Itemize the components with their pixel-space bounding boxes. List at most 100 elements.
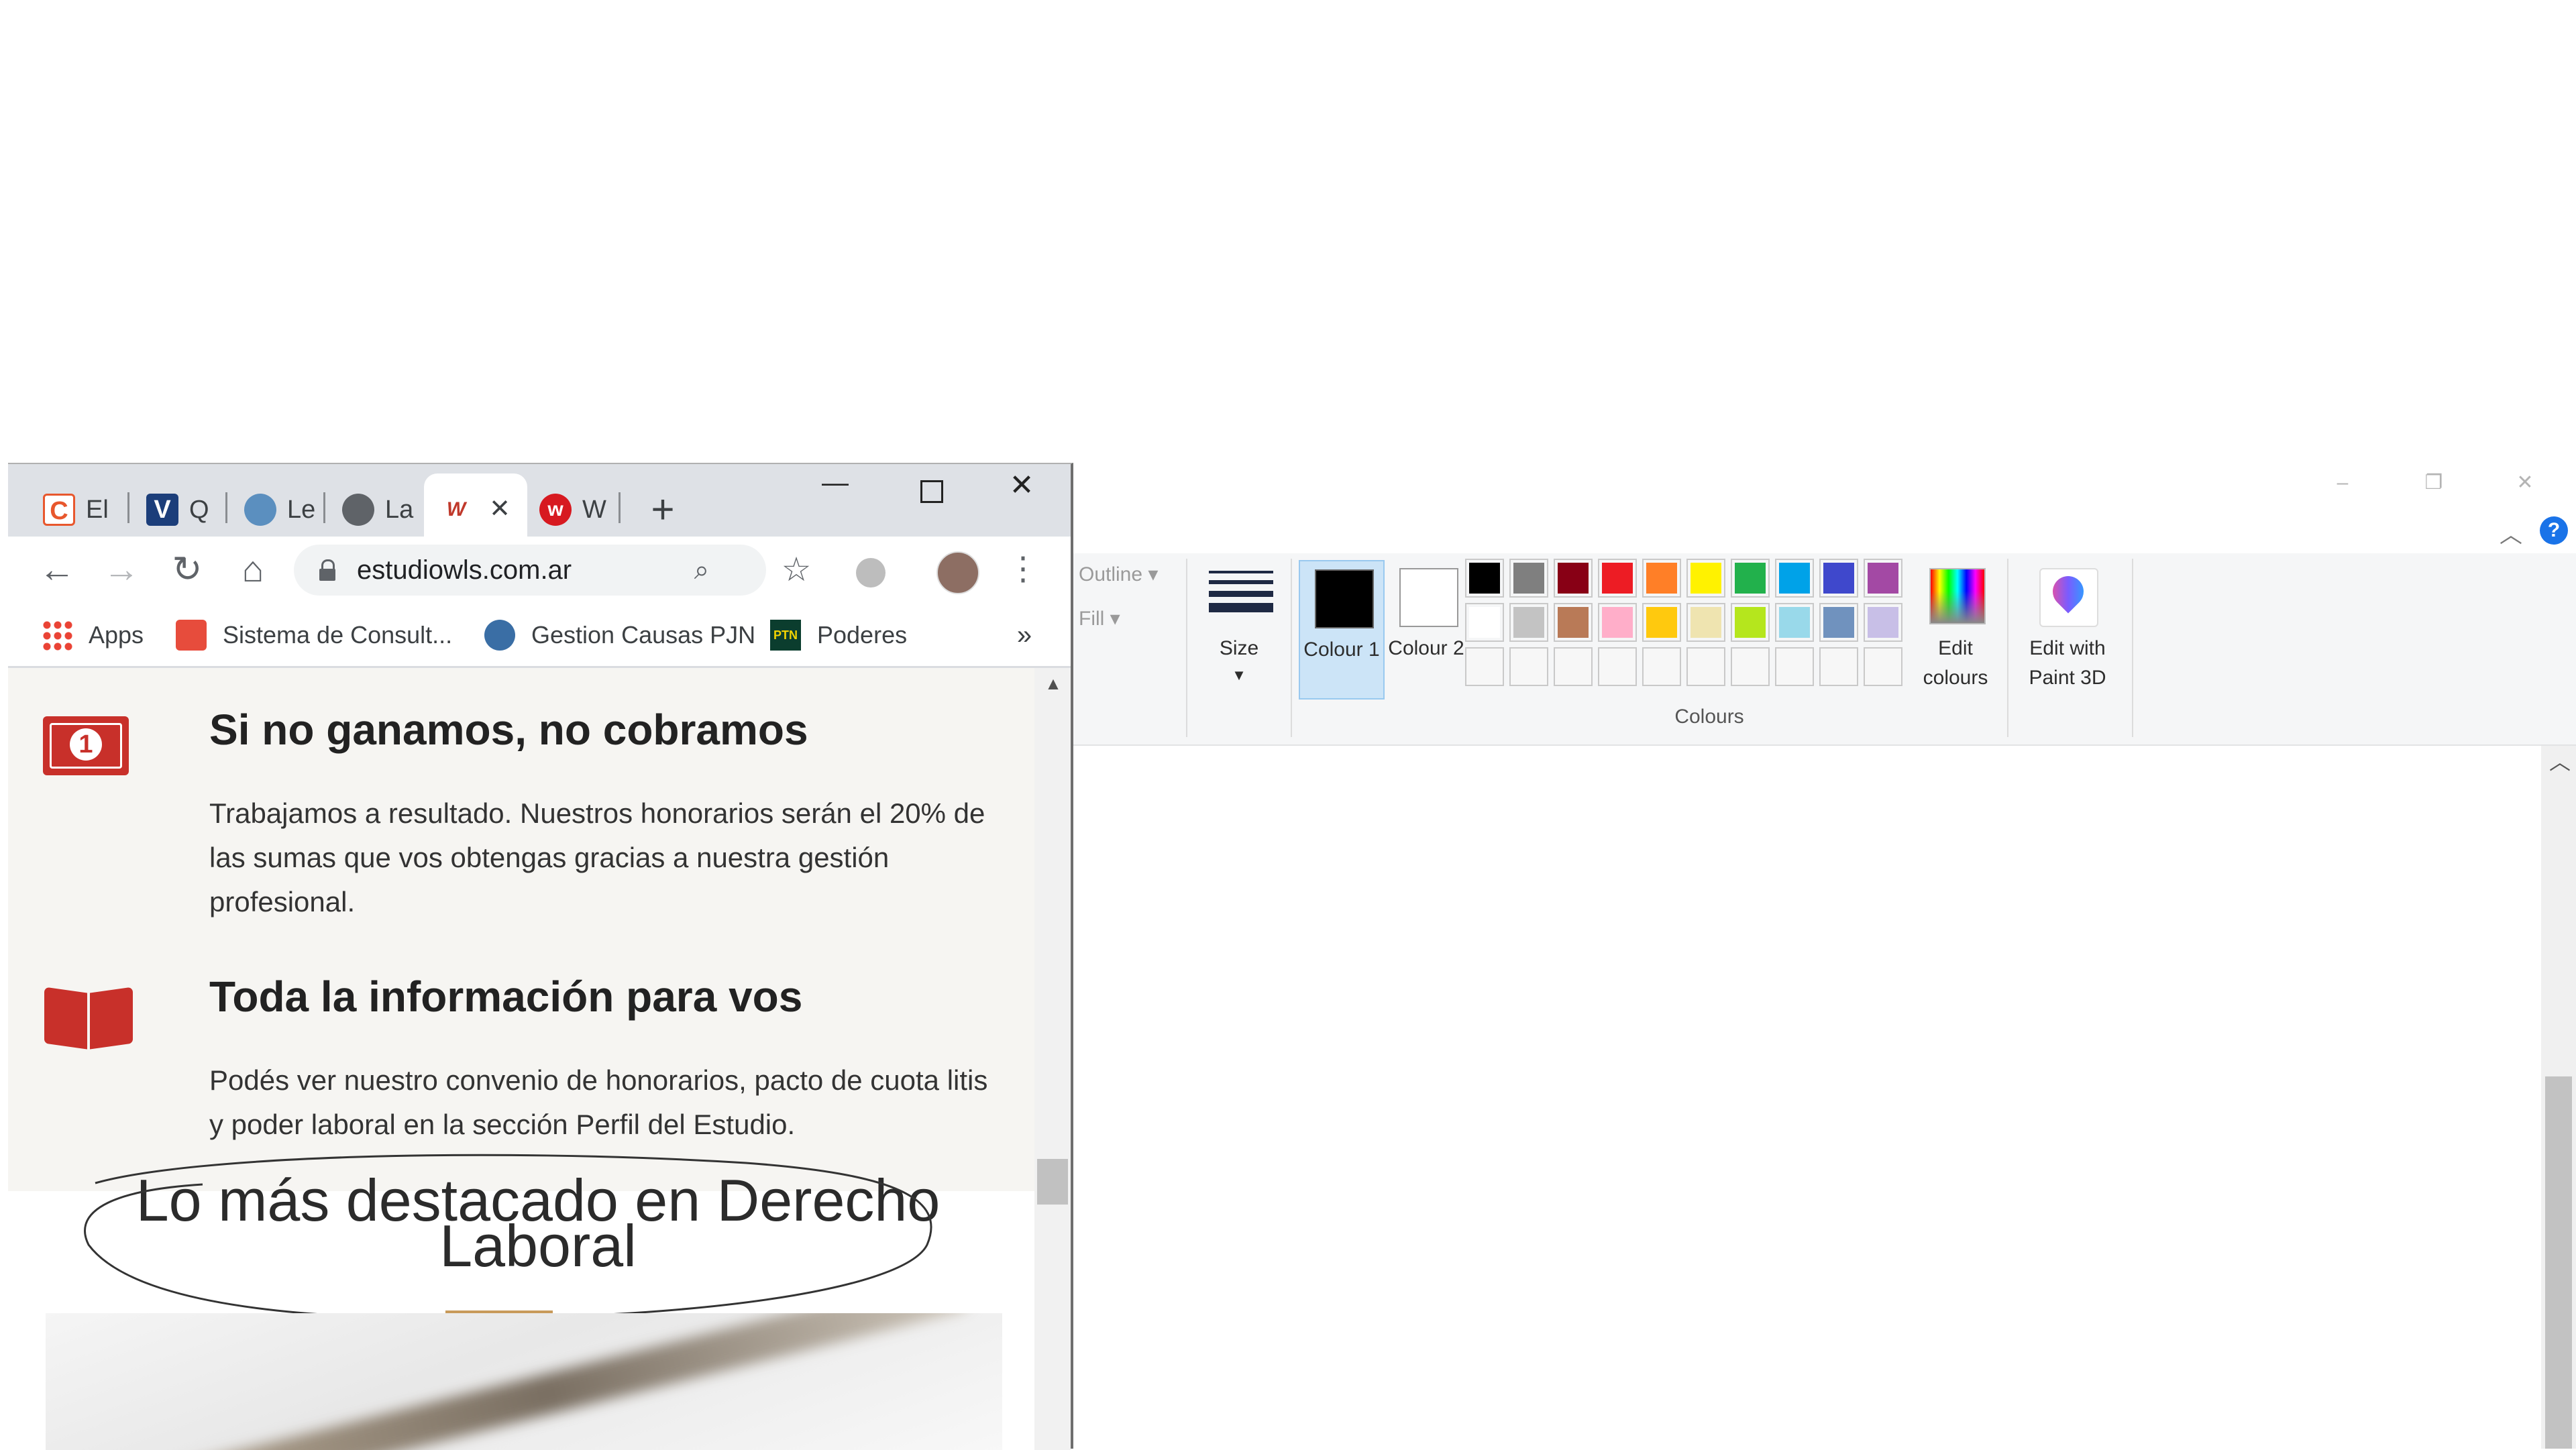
close-button[interactable]: ✕ <box>2505 471 2545 495</box>
chrome-window: C El V Q Le La W ✕ w W + — ✕ ← → ↻ ⌂ est… <box>8 463 1073 1450</box>
palette-swatch[interactable] <box>1465 603 1504 642</box>
avatar[interactable] <box>936 551 979 594</box>
palette-swatch[interactable] <box>1864 647 1902 686</box>
new-tab-button[interactable]: + <box>643 490 683 530</box>
palette-swatch[interactable] <box>1775 559 1814 598</box>
bookmarks-overflow-button[interactable]: » <box>1008 618 1041 652</box>
page-scrollbar[interactable] <box>1034 668 1071 1450</box>
palette-swatch[interactable] <box>1598 603 1637 642</box>
address-bar[interactable]: estudiowls.com.ar ⌕ <box>294 545 766 596</box>
open-book-icon <box>44 983 133 1050</box>
palette-swatch[interactable] <box>1864 559 1902 598</box>
size-button[interactable]: Size ▼ <box>1202 559 1276 726</box>
colour-palette <box>1465 559 1921 693</box>
palette-swatch[interactable] <box>1642 559 1681 598</box>
tab-6-title: W <box>582 496 606 524</box>
palette-swatch[interactable] <box>1819 647 1858 686</box>
reload-icon[interactable]: ↻ <box>165 547 209 592</box>
edit-with-paint3d-button[interactable]: Edit with Paint 3D <box>2014 560 2121 697</box>
tab-4[interactable]: La <box>327 473 428 537</box>
bookmark-gestion-causas[interactable]: Gestion Causas PJN <box>484 618 766 652</box>
search-doc-icon <box>176 620 207 651</box>
outline-dropdown[interactable]: Outline ▾ <box>1079 560 1158 590</box>
palette-swatch[interactable] <box>1731 647 1770 686</box>
tab-6[interactable]: w W <box>525 473 625 537</box>
w-circle-favicon: w <box>539 494 572 526</box>
scroll-up-arrow-icon[interactable]: ▲ <box>1041 673 1065 693</box>
tab-2[interactable]: V Q <box>131 473 232 537</box>
help-button[interactable]: ? <box>2540 516 2568 545</box>
bookmark-apps[interactable]: Apps <box>42 618 156 652</box>
star-icon[interactable]: ☆ <box>774 547 818 592</box>
bookmark-sistema-consulta[interactable]: Sistema de Consult... <box>176 618 471 652</box>
feature-text-1: Trabajamos a resultado. Nuestros honorar… <box>209 797 985 917</box>
article-image <box>46 1313 1002 1450</box>
money-bill-icon: 1 <box>43 716 129 775</box>
menu-kebab-icon[interactable]: ⋮ <box>1001 547 1045 592</box>
scroll-thumb[interactable] <box>1037 1159 1068 1205</box>
collapse-ribbon-icon[interactable]: ︿ <box>2494 516 2528 548</box>
palette-swatch[interactable] <box>1686 559 1725 598</box>
tab-3[interactable]: Le <box>229 473 330 537</box>
paint-window: – ❐ ✕ ︿ ? Outline ▾ Fill ▾ Size ▼ Colour… <box>1072 463 2576 1449</box>
tab-1-title: El <box>86 496 109 524</box>
home-icon[interactable]: ⌂ <box>231 547 275 592</box>
tab-2-title: Q <box>189 496 209 524</box>
argentina-seal-favicon <box>244 494 276 526</box>
web-page: 1 Si no ganamos, no cobramos Trabajamos … <box>8 668 1044 1450</box>
fill-dropdown[interactable]: Fill ▾ <box>1079 604 1120 634</box>
palette-swatch[interactable] <box>1465 559 1504 598</box>
paint-scroll-thumb[interactable] <box>2545 1076 2572 1449</box>
palette-swatch[interactable] <box>1642 647 1681 686</box>
palette-swatch[interactable] <box>1554 559 1593 598</box>
colour2-label: Colour 2 <box>1388 637 1464 659</box>
edit-colours-button[interactable]: Edit colours <box>1912 560 1999 697</box>
edit-paint3d-label: Edit with Paint 3D <box>2029 637 2106 689</box>
palette-swatch[interactable] <box>1686 647 1725 686</box>
palette-swatch[interactable] <box>1775 603 1814 642</box>
colour1-button[interactable]: Colour 1 <box>1299 560 1385 700</box>
colour-spectrum-icon <box>1929 568 1986 624</box>
tab-4-title: La <box>385 496 414 524</box>
forward-arrow-icon[interactable]: → <box>99 547 144 592</box>
maximize-button[interactable] <box>908 471 953 511</box>
paint-ribbon: Outline ▾ Fill ▾ Size ▼ Colour 1 Colour … <box>1072 553 2576 746</box>
bookmark-label: Poderes <box>817 621 908 649</box>
palette-swatch[interactable] <box>1864 603 1902 642</box>
palette-swatch[interactable] <box>1731 603 1770 642</box>
palette-swatch[interactable] <box>1731 559 1770 598</box>
tab-1[interactable]: C El <box>28 473 129 537</box>
minimize-button[interactable]: — <box>813 468 857 508</box>
close-button[interactable]: ✕ <box>1000 468 1044 508</box>
palette-swatch[interactable] <box>1509 647 1548 686</box>
zoom-icon[interactable]: ⌕ <box>683 551 720 589</box>
palette-swatch[interactable] <box>1554 647 1593 686</box>
back-arrow-icon[interactable]: ← <box>35 547 79 592</box>
palette-swatch[interactable] <box>1775 647 1814 686</box>
pjn-icon <box>484 620 515 651</box>
minimize-button[interactable]: – <box>2322 471 2363 495</box>
bookmark-poderes[interactable]: PTN Poderes <box>770 618 931 652</box>
palette-swatch[interactable] <box>1465 647 1504 686</box>
palette-swatch[interactable] <box>1509 603 1548 642</box>
paint-canvas[interactable] <box>1072 746 2576 1449</box>
close-tab-icon[interactable]: ✕ <box>484 494 515 524</box>
scroll-up-icon[interactable]: ︿ <box>2548 750 2572 774</box>
colour2-button[interactable]: Colour 2 <box>1385 560 1468 697</box>
browser-toolbar: ← → ↻ ⌂ estudiowls.com.ar ⌕ ☆ ⋮ <box>8 537 1071 604</box>
bookmark-label: Gestion Causas PJN <box>531 621 756 649</box>
palette-swatch[interactable] <box>1509 559 1548 598</box>
palette-swatch[interactable] <box>1819 559 1858 598</box>
tab-3-title: Le <box>287 496 316 524</box>
palette-swatch[interactable] <box>1686 603 1725 642</box>
palette-swatch[interactable] <box>1598 647 1637 686</box>
palette-swatch[interactable] <box>1642 603 1681 642</box>
restore-button[interactable]: ❐ <box>2414 471 2454 495</box>
palette-swatch[interactable] <box>1554 603 1593 642</box>
palette-swatch[interactable] <box>1819 603 1858 642</box>
colour1-label: Colour 1 <box>1303 638 1380 661</box>
tab-5-active[interactable]: W ✕ <box>424 473 527 537</box>
extension-icon[interactable] <box>856 558 885 588</box>
palette-swatch[interactable] <box>1598 559 1637 598</box>
colour1-swatch <box>1315 569 1374 628</box>
